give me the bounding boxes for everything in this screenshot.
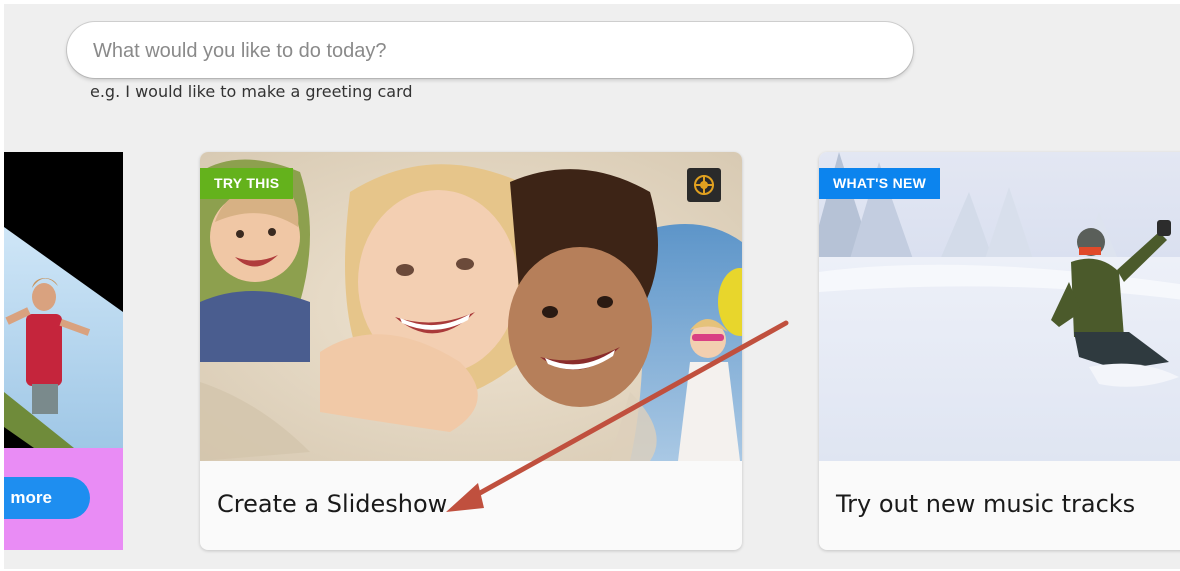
card-photo-girl-jumping bbox=[4, 152, 123, 448]
try-this-badge: TRY THIS bbox=[200, 168, 294, 199]
card-caption: Try out new music tracks bbox=[836, 490, 1136, 518]
search-hint: e.g. I would like to make a greeting car… bbox=[90, 82, 413, 101]
card-create-slideshow[interactable]: TRY THIS Create a Slideshow bbox=[200, 152, 742, 550]
search-bar[interactable] bbox=[67, 22, 913, 78]
card-photo-snowboarder: WHAT'S NEW bbox=[819, 152, 1180, 461]
whats-new-badge: WHAT'S NEW bbox=[819, 168, 941, 199]
card-new-music-tracks[interactable]: WHAT'S NEW Try out new music tracks bbox=[819, 152, 1180, 550]
learn-more-button[interactable]: more bbox=[4, 477, 90, 519]
search-input[interactable] bbox=[91, 32, 895, 70]
gift-icon bbox=[687, 168, 721, 202]
card-caption: Create a Slideshow bbox=[217, 490, 448, 518]
home-panel: e.g. I would like to make a greeting car… bbox=[4, 4, 1180, 569]
card-partial-left[interactable]: more bbox=[4, 152, 123, 550]
card-photo-kids-collage: TRY THIS bbox=[200, 152, 742, 461]
